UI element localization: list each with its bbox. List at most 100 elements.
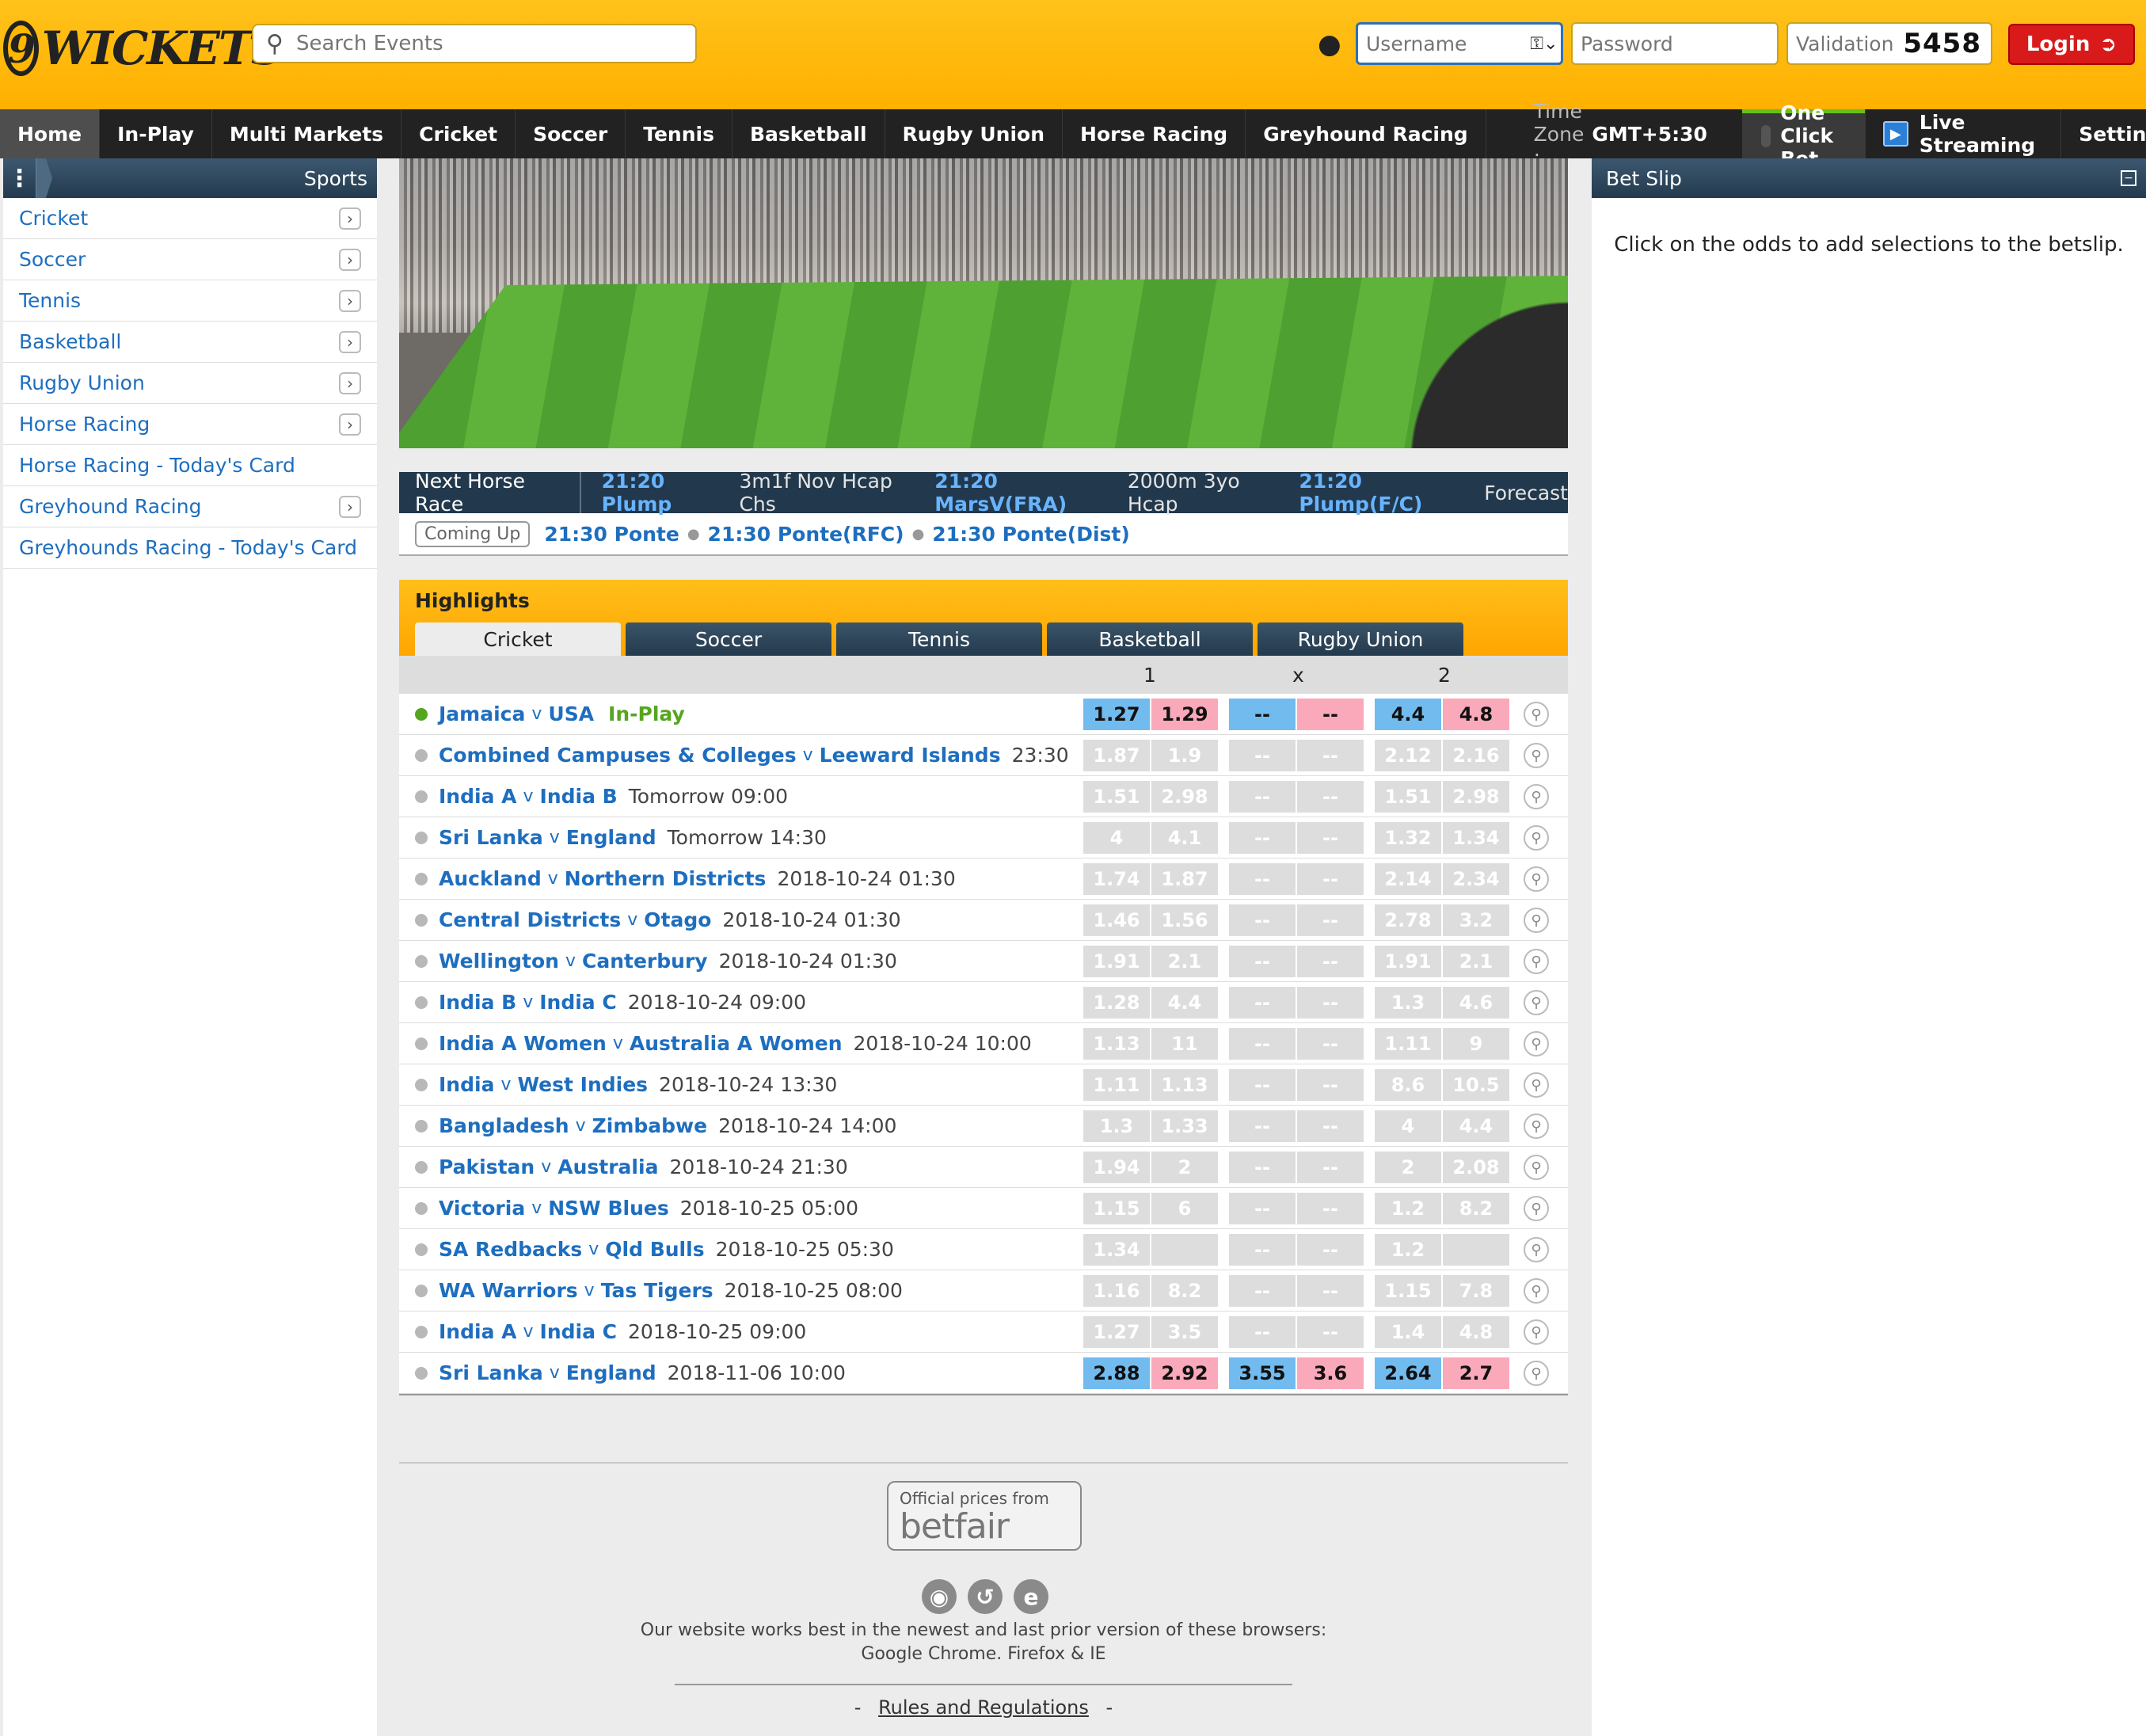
away-team-link[interactable]: NSW Blues bbox=[548, 1197, 668, 1220]
lay-odds-cell[interactable]: 2.1 bbox=[1151, 946, 1218, 977]
pin-icon[interactable]: ⚲ bbox=[1524, 1114, 1549, 1139]
pin-icon[interactable]: ⚲ bbox=[1524, 743, 1549, 768]
lay-odds-cell[interactable]: -- bbox=[1297, 1275, 1364, 1307]
pin-icon[interactable]: ⚲ bbox=[1524, 784, 1549, 809]
lay-odds-cell[interactable]: -- bbox=[1297, 1193, 1364, 1224]
lay-odds-cell[interactable]: 9 bbox=[1443, 1028, 1509, 1060]
validation-field[interactable]: 5458 bbox=[1786, 22, 1992, 65]
lay-odds-cell[interactable]: 8.2 bbox=[1151, 1275, 1218, 1307]
lay-odds-cell[interactable]: 2.16 bbox=[1443, 740, 1509, 771]
validation-input[interactable] bbox=[1796, 32, 1904, 55]
lay-odds-cell[interactable]: 2.98 bbox=[1151, 781, 1218, 813]
back-odds-cell[interactable]: 2.64 bbox=[1375, 1357, 1441, 1389]
tab-cricket[interactable]: Cricket bbox=[415, 622, 621, 656]
back-odds-cell[interactable]: 1.11 bbox=[1083, 1069, 1150, 1101]
away-team-link[interactable]: Australia A Women bbox=[630, 1032, 843, 1055]
back-odds-cell[interactable]: 1.16 bbox=[1083, 1275, 1150, 1307]
username-input[interactable] bbox=[1366, 32, 1531, 55]
nav-basketball[interactable]: Basketball bbox=[732, 109, 885, 158]
back-odds-cell[interactable]: -- bbox=[1229, 946, 1296, 977]
sidebar-item[interactable]: Horse Racing - Today's Card bbox=[3, 445, 377, 486]
back-odds-cell[interactable]: 1.2 bbox=[1375, 1193, 1441, 1224]
back-odds-cell[interactable]: 1.3 bbox=[1083, 1110, 1150, 1142]
sidebar-item[interactable]: Tennis › bbox=[3, 280, 377, 322]
lay-odds-cell[interactable]: 1.34 bbox=[1443, 822, 1509, 854]
back-odds-cell[interactable]: 8.6 bbox=[1375, 1069, 1441, 1101]
away-team-link[interactable]: Leeward Islands bbox=[820, 744, 1001, 767]
search-input[interactable] bbox=[296, 32, 684, 55]
back-odds-cell[interactable]: 2.14 bbox=[1375, 863, 1441, 895]
back-odds-cell[interactable]: 1.51 bbox=[1375, 781, 1441, 813]
betfair-badge[interactable]: Official prices from betfair bbox=[887, 1481, 1082, 1551]
nav-soccer[interactable]: Soccer bbox=[516, 109, 626, 158]
login-button[interactable]: Login ➲ bbox=[2008, 24, 2135, 65]
away-team-link[interactable]: Zimbabwe bbox=[592, 1114, 707, 1137]
password-input[interactable] bbox=[1581, 32, 1777, 55]
back-odds-cell[interactable]: 1.94 bbox=[1083, 1152, 1150, 1183]
sidebar-item[interactable]: Soccer › bbox=[3, 239, 377, 280]
back-odds-cell[interactable]: -- bbox=[1229, 822, 1296, 854]
nav-horse-racing[interactable]: Horse Racing bbox=[1063, 109, 1246, 158]
back-odds-cell[interactable]: -- bbox=[1229, 740, 1296, 771]
back-odds-cell[interactable]: 1.11 bbox=[1375, 1028, 1441, 1060]
back-odds-cell[interactable]: 1.3 bbox=[1375, 987, 1441, 1018]
back-odds-cell[interactable]: 2.88 bbox=[1083, 1357, 1150, 1389]
pin-icon[interactable]: ⚲ bbox=[1524, 908, 1549, 933]
chevron-right-icon[interactable]: › bbox=[339, 330, 361, 353]
back-odds-cell[interactable]: -- bbox=[1229, 863, 1296, 895]
back-odds-cell[interactable]: 1.46 bbox=[1083, 904, 1150, 936]
more-icon[interactable]: ⋮ bbox=[3, 158, 36, 198]
pin-icon[interactable]: ⚲ bbox=[1524, 825, 1549, 851]
lay-odds-cell[interactable]: -- bbox=[1297, 740, 1364, 771]
lay-odds-cell[interactable]: -- bbox=[1297, 987, 1364, 1018]
lay-odds-cell[interactable]: 4.6 bbox=[1443, 987, 1509, 1018]
lay-odds-cell[interactable]: -- bbox=[1297, 863, 1364, 895]
back-odds-cell[interactable]: 2.78 bbox=[1375, 904, 1441, 936]
home-team-link[interactable]: Jamaica bbox=[439, 702, 525, 725]
lay-odds-cell[interactable]: 3.2 bbox=[1443, 904, 1509, 936]
search-box[interactable]: ⚲ bbox=[252, 24, 697, 63]
home-team-link[interactable]: Central Districts bbox=[439, 908, 621, 931]
password-field[interactable] bbox=[1571, 22, 1779, 65]
back-odds-cell[interactable]: 4.4 bbox=[1375, 699, 1441, 730]
site-logo[interactable]: 9 WICKETS bbox=[3, 19, 284, 78]
home-team-link[interactable]: Pakistan bbox=[439, 1155, 535, 1178]
pin-icon[interactable]: ⚲ bbox=[1524, 1361, 1549, 1386]
tab-soccer[interactable]: Soccer bbox=[626, 622, 831, 656]
back-odds-cell[interactable]: 1.27 bbox=[1083, 699, 1150, 730]
back-odds-cell[interactable]: 1.91 bbox=[1083, 946, 1150, 977]
lay-odds-cell[interactable]: 2.98 bbox=[1443, 781, 1509, 813]
back-odds-cell[interactable]: -- bbox=[1229, 1028, 1296, 1060]
back-odds-cell[interactable]: 1.27 bbox=[1083, 1316, 1150, 1348]
back-odds-cell[interactable]: 1.4 bbox=[1375, 1316, 1441, 1348]
home-team-link[interactable]: India A bbox=[439, 785, 517, 808]
race-link[interactable]: 21:20 Plump(F/C) bbox=[1299, 470, 1471, 516]
back-odds-cell[interactable]: 3.55 bbox=[1229, 1357, 1296, 1389]
away-team-link[interactable]: England bbox=[566, 826, 656, 849]
home-team-link[interactable]: India B bbox=[439, 991, 516, 1014]
pin-icon[interactable]: ⚲ bbox=[1524, 990, 1549, 1015]
lay-odds-cell[interactable]: -- bbox=[1297, 822, 1364, 854]
lay-odds-cell[interactable]: -- bbox=[1297, 1152, 1364, 1183]
chevron-right-icon[interactable]: › bbox=[339, 248, 361, 271]
pin-icon[interactable]: ⚲ bbox=[1524, 1278, 1549, 1304]
race-link[interactable]: 21:20 MarsV(FRA) bbox=[934, 470, 1115, 516]
tab-basketball[interactable]: Basketball bbox=[1047, 622, 1253, 656]
back-odds-cell[interactable]: 1.15 bbox=[1375, 1275, 1441, 1307]
home-team-link[interactable]: WA Warriors bbox=[439, 1279, 578, 1302]
lay-odds-cell[interactable]: -- bbox=[1297, 1110, 1364, 1142]
username-field[interactable]: ⚿⌄ bbox=[1356, 22, 1563, 65]
lay-odds-cell[interactable]: 1.13 bbox=[1151, 1069, 1218, 1101]
away-team-link[interactable]: Canterbury bbox=[582, 950, 708, 973]
lay-odds-cell[interactable]: 3.5 bbox=[1151, 1316, 1218, 1348]
back-odds-cell[interactable]: 4 bbox=[1083, 822, 1150, 854]
away-team-link[interactable]: England bbox=[566, 1361, 656, 1384]
lay-odds-cell[interactable]: 10.5 bbox=[1443, 1069, 1509, 1101]
away-team-link[interactable]: Tas Tigers bbox=[601, 1279, 713, 1302]
pin-icon[interactable]: ⚲ bbox=[1524, 1237, 1549, 1262]
back-odds-cell[interactable]: -- bbox=[1229, 1316, 1296, 1348]
chevron-right-icon[interactable]: › bbox=[339, 371, 361, 394]
pin-icon[interactable]: ⚲ bbox=[1524, 949, 1549, 974]
back-odds-cell[interactable]: 1.51 bbox=[1083, 781, 1150, 813]
collapse-icon[interactable]: − bbox=[2121, 170, 2136, 186]
